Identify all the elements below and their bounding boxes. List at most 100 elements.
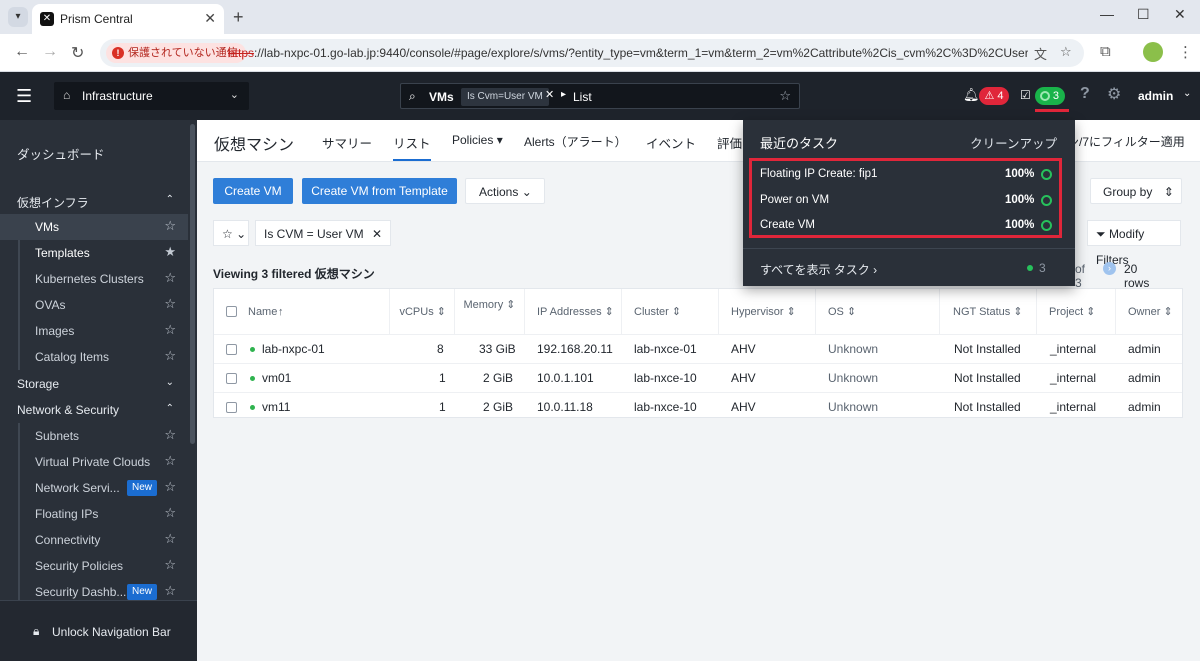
sidebar-item-templates[interactable]: Templates ★	[0, 240, 188, 266]
sidebar-section-network[interactable]: Network & Security ⌃	[0, 397, 188, 423]
row-checkbox[interactable]	[226, 344, 237, 355]
sidebar-item-vms[interactable]: VMs ☆	[0, 214, 188, 240]
group-by-dropdown[interactable]: Group by ⇕	[1090, 178, 1182, 204]
vm-name-link[interactable]: vm01	[262, 371, 291, 385]
forward-icon[interactable]: →	[42, 43, 58, 61]
modify-filters-button[interactable]: ⏷ Modify Filters	[1087, 220, 1181, 267]
tab-alerts[interactable]: Alerts（アラート）	[524, 133, 627, 150]
sidebar-item-images[interactable]: Images ☆	[0, 318, 188, 344]
table-row[interactable]: lab-nxpc-01 8 33 GiB 192.168.20.11 lab-n…	[214, 334, 1182, 363]
column-header-os[interactable]: OS ⇕	[816, 289, 940, 335]
extensions-icon[interactable]: ⧉	[1100, 43, 1111, 60]
browser-menu-icon[interactable]: ⋮	[1178, 43, 1193, 61]
close-tab-icon[interactable]: ✕	[204, 10, 216, 27]
column-header-vcpus[interactable]: vCPUs ⇕	[390, 289, 455, 335]
task-complete-icon	[1041, 220, 1052, 231]
browser-tabbar: ▾ ✕ Prism Central ✕ + — ☐ ✕	[0, 0, 1200, 34]
global-search[interactable]: ⌕ VMs Is Cvm=User VM ✕ ▸ List ☆	[400, 83, 800, 109]
cleanup-link[interactable]: クリーンアップ	[970, 133, 1057, 152]
star-icon: ☆	[164, 296, 176, 311]
chevron-down-icon: ⌄	[521, 185, 532, 199]
search-filter-chip[interactable]: Is Cvm=User VM	[461, 88, 549, 106]
translate-icon[interactable]: 文	[1034, 44, 1047, 63]
vm-table: Name ↑ vCPUs ⇕ Memory ⇕ IP Addresses ⇕ Cl…	[213, 288, 1183, 418]
new-tab-icon[interactable]: +	[233, 7, 244, 28]
hamburger-menu-icon[interactable]: ☰	[16, 86, 32, 107]
create-vm-button[interactable]: Create VM	[213, 178, 293, 204]
tab-summary[interactable]: サマリー	[322, 133, 372, 152]
sidebar-item-dashboard[interactable]: ダッシュボード	[0, 138, 188, 164]
column-header-project[interactable]: Project ⇕	[1037, 289, 1116, 335]
sidebar-item-connectivity[interactable]: Connectivity ☆	[0, 527, 188, 553]
back-icon[interactable]: ←	[14, 43, 30, 61]
browser-toolbar: ← → ↻ ! 保護されていない通信 https://lab-nxpc-01.g…	[0, 34, 1200, 72]
warning-icon: !	[112, 47, 124, 59]
task-row[interactable]: Create VM 100%	[760, 217, 1060, 237]
url-text[interactable]: https://lab-nxpc-01.go-lab.jp:9440/conso…	[228, 46, 1028, 60]
sidebar-section-infra[interactable]: 仮想インフラ ⌃	[0, 188, 188, 214]
column-header-ngt[interactable]: NGT Status ⇕	[940, 289, 1037, 335]
sidebar-item-ovas[interactable]: OVAs ☆	[0, 292, 188, 318]
minimize-icon[interactable]: —	[1100, 6, 1114, 22]
sidebar-scrollbar[interactable]	[190, 124, 195, 444]
favorite-star-icon[interactable]: ☆	[779, 88, 791, 104]
sidebar-item-catalog[interactable]: Catalog Items ☆	[0, 344, 188, 370]
reload-icon[interactable]: ↻	[71, 43, 84, 63]
tab-list-icon[interactable]: ▾	[8, 7, 28, 27]
sidebar-section-storage[interactable]: Storage ⌄	[0, 371, 188, 397]
task-row[interactable]: Power on VM 100%	[760, 192, 1060, 212]
help-icon[interactable]: ?	[1080, 85, 1090, 103]
column-header-memory[interactable]: Memory ⇕	[455, 289, 525, 335]
sidebar-item-network-services[interactable]: Network Servi... New ☆	[0, 475, 188, 501]
unlock-nav-button[interactable]: 🔒︎ Unlock Navigation Bar	[0, 600, 197, 661]
column-header-cluster[interactable]: Cluster ⇕	[622, 289, 719, 335]
next-page-icon[interactable]: ›	[1103, 262, 1116, 275]
tasks-badge[interactable]: 3	[1035, 87, 1065, 105]
create-vm-from-template-button[interactable]: Create VM from Template	[302, 178, 457, 204]
filter-chip[interactable]: Is CVM = User VM ✕	[255, 220, 392, 246]
browser-tab[interactable]: ✕ Prism Central ✕	[32, 4, 224, 34]
alerts-badge[interactable]: ⚠ 4	[979, 87, 1009, 105]
remove-chip-icon[interactable]: ✕	[545, 88, 554, 101]
maximize-icon[interactable]: ☐	[1137, 6, 1150, 23]
tab-policies[interactable]: Policies ▾	[452, 133, 503, 147]
chevron-down-icon[interactable]: ⌄	[1183, 88, 1191, 99]
sidebar-item-subnets[interactable]: Subnets ☆	[0, 423, 188, 449]
domain-selector[interactable]: ⌂ Infrastructure ⌄	[54, 82, 249, 110]
star-icon: ☆	[164, 270, 176, 285]
sort-asc-icon: ↑	[278, 306, 284, 318]
table-row[interactable]: vm01 1 2 GiB 10.0.1.101 lab-nxce-10 AHV …	[214, 363, 1182, 392]
column-header-name[interactable]: Name ↑	[214, 289, 390, 335]
column-header-ip[interactable]: IP Addresses ⇕	[525, 289, 622, 335]
row-checkbox[interactable]	[226, 373, 237, 384]
chevron-up-icon: ⌃	[165, 403, 174, 414]
sidebar-item-vpc[interactable]: Virtual Private Clouds ☆	[0, 449, 188, 475]
vm-name-link[interactable]: vm11	[262, 400, 290, 414]
bell-icon[interactable]: 🔔︎	[963, 87, 980, 103]
profile-avatar[interactable]	[1143, 42, 1163, 62]
tab-evaluation[interactable]: 評価	[717, 133, 742, 152]
window-close-icon[interactable]: ✕	[1174, 6, 1186, 23]
select-all-checkbox[interactable]	[226, 306, 237, 317]
saved-filter-star-icon[interactable]: ☆ ⌄	[213, 220, 249, 246]
tab-events[interactable]: イベント	[646, 133, 696, 152]
row-checkbox[interactable]	[226, 402, 237, 413]
sidebar-item-security-policies[interactable]: Security Policies ☆	[0, 553, 188, 579]
sidebar-item-kubernetes[interactable]: Kubernetes Clusters ☆	[0, 266, 188, 292]
table-row[interactable]: vm11 1 2 GiB 10.0.11.18 lab-nxce-10 AHV …	[214, 392, 1182, 421]
show-all-tasks-link[interactable]: すべてを表示 タスク ›	[760, 261, 877, 278]
address-bar[interactable]: ! 保護されていない通信 https://lab-nxpc-01.go-lab.…	[100, 39, 1084, 67]
tab-list[interactable]: リスト	[393, 133, 431, 161]
bookmark-star-icon[interactable]: ☆	[1060, 44, 1072, 60]
security-warning[interactable]: ! 保護されていない通信	[106, 43, 246, 63]
tasks-icon[interactable]: ☑	[1020, 88, 1031, 102]
column-header-hypervisor[interactable]: Hypervisor ⇕	[719, 289, 816, 335]
actions-dropdown[interactable]: Actions ⌄	[465, 178, 545, 204]
task-row[interactable]: Floating IP Create: fip1 100%	[760, 166, 1060, 186]
gear-icon[interactable]: ⚙	[1107, 84, 1121, 104]
vm-name-link[interactable]: lab-nxpc-01	[262, 342, 325, 356]
user-menu[interactable]: admin	[1138, 89, 1173, 103]
caret-right-icon: ▸	[561, 89, 567, 100]
sidebar-item-floating-ips[interactable]: Floating IPs ☆	[0, 501, 188, 527]
column-header-owner[interactable]: Owner ⇕	[1116, 289, 1182, 335]
